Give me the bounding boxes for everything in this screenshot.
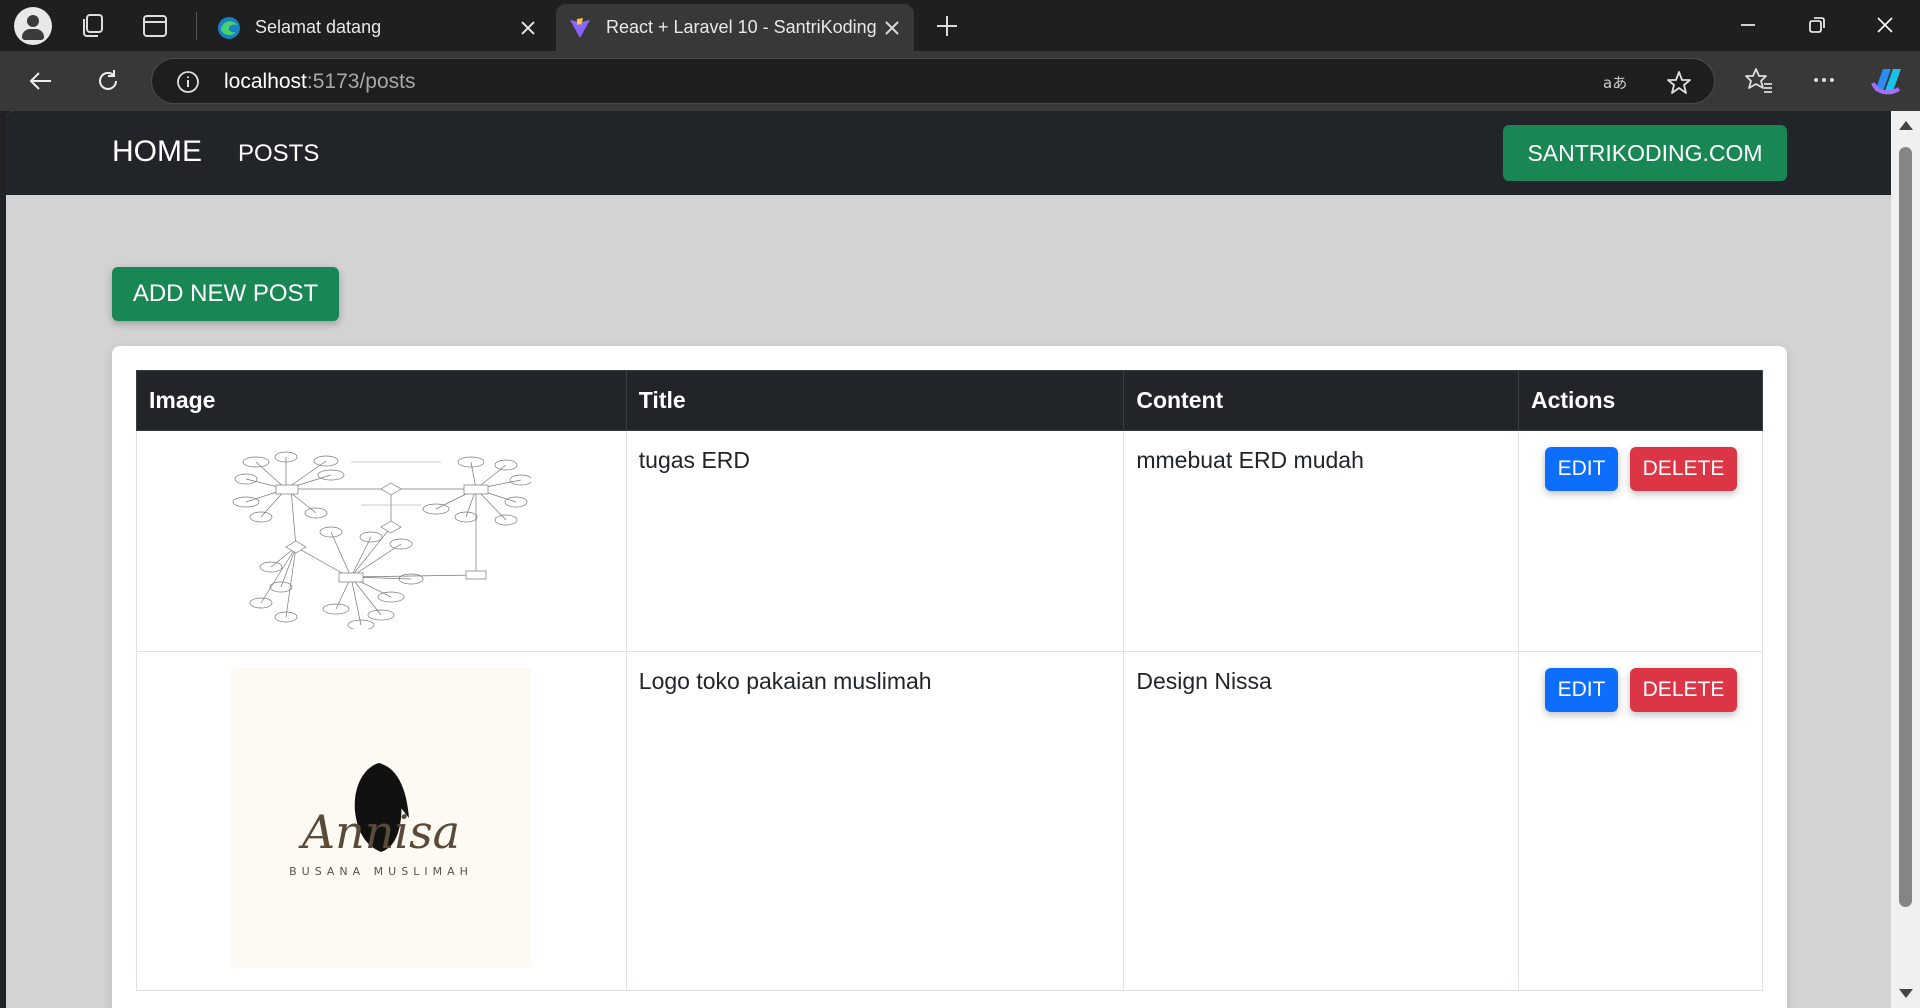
site-info-icon[interactable] <box>176 70 200 94</box>
action-buttons: EDIT DELETE <box>1531 668 1750 712</box>
favorites-icon[interactable] <box>1744 65 1774 95</box>
tab-title: React + Laravel 10 - SantriKoding <box>606 17 877 37</box>
post-image-cell: Annisa BUSANA MUSLIMAH <box>136 651 627 991</box>
add-new-post-button[interactable]: ADD NEW POST <box>112 267 339 321</box>
header-image: Image <box>136 370 627 431</box>
page-viewport: HOME POSTS SANTRIKODING.COM ADD NEW POST… <box>6 111 1891 1008</box>
edit-button[interactable]: EDIT <box>1545 447 1618 491</box>
svg-text:aあ: aあ <box>1603 74 1627 92</box>
minimize-icon[interactable] <box>1733 10 1763 40</box>
window-close-icon[interactable] <box>1870 10 1900 40</box>
scroll-thumb[interactable] <box>1899 147 1912 907</box>
browser-toolbar: localhost:5173/posts aあ <box>0 51 1920 111</box>
post-title: tugas ERD <box>625 430 1125 652</box>
workspaces-icon[interactable] <box>79 12 107 40</box>
address-bar[interactable]: localhost:5173/posts aあ <box>151 58 1715 104</box>
tab-divider <box>196 12 197 40</box>
site-navbar: HOME POSTS SANTRIKODING.COM <box>6 111 1891 195</box>
nav-posts-link[interactable]: POSTS <box>238 140 319 168</box>
nav-home-link[interactable]: HOME <box>112 135 202 169</box>
header-title: Title <box>625 370 1125 431</box>
post-image-cell <box>136 430 627 652</box>
tab-title: Selamat datang <box>255 17 382 37</box>
scroll-up-arrow-icon[interactable] <box>1899 121 1913 130</box>
tab-react-laravel[interactable]: React + Laravel 10 - SantriKoding <box>556 4 914 51</box>
delete-button[interactable]: DELETE <box>1630 447 1737 491</box>
scroll-down-arrow-icon[interactable] <box>1899 989 1913 998</box>
profile-icon[interactable] <box>14 7 52 45</box>
annisa-logo-thumbnail: Annisa BUSANA MUSLIMAH <box>231 668 532 968</box>
post-content: mmebuat ERD mudah <box>1123 430 1519 652</box>
close-icon[interactable] <box>518 18 538 38</box>
reload-icon[interactable] <box>93 66 123 96</box>
post-actions: EDIT DELETE <box>1518 651 1763 991</box>
more-icon[interactable] <box>1809 65 1839 95</box>
logo-script: Annisa <box>298 805 460 859</box>
table-header-row: Image Title Content Actions <box>136 370 1763 431</box>
edge-icon <box>218 16 240 39</box>
new-tab-icon[interactable] <box>933 12 961 40</box>
post-title: Logo toko pakaian muslimah <box>625 651 1125 991</box>
delete-button[interactable]: DELETE <box>1630 668 1737 712</box>
copilot-icon[interactable] <box>1869 63 1905 97</box>
vertical-scrollbar[interactable] <box>1891 111 1920 1008</box>
erd-diagram-thumbnail <box>233 451 533 631</box>
santrikoding-button[interactable]: SANTRIKODING.COM <box>1503 125 1787 181</box>
tab-actions-icon[interactable] <box>141 12 169 40</box>
url-path: :5173/posts <box>306 70 416 93</box>
url-text: localhost:5173/posts <box>224 70 415 94</box>
logo-tagline: BUSANA MUSLIMAH <box>290 865 474 878</box>
close-icon[interactable] <box>882 18 902 38</box>
restore-icon[interactable] <box>1802 10 1832 40</box>
edit-button[interactable]: EDIT <box>1545 668 1618 712</box>
posts-card: Image Title Content Actions tugas ERD mm… <box>112 346 1787 1008</box>
table-row: tugas ERD mmebuat ERD mudah EDIT DELETE <box>136 430 1763 652</box>
table-row: Annisa BUSANA MUSLIMAH Logo toko pakaian… <box>136 651 1763 991</box>
post-actions: EDIT DELETE <box>1518 430 1763 652</box>
tab-selamat-datang[interactable]: Selamat datang <box>205 4 550 51</box>
header-content: Content <box>1123 370 1519 431</box>
star-icon[interactable] <box>1665 69 1693 97</box>
action-buttons: EDIT DELETE <box>1531 447 1750 491</box>
posts-table: Image Title Content Actions tugas ERD mm… <box>136 370 1763 991</box>
translate-icon[interactable]: aあ <box>1602 69 1630 95</box>
back-icon[interactable] <box>26 66 56 96</box>
header-actions: Actions <box>1518 370 1763 431</box>
url-host: localhost <box>224 70 307 93</box>
post-content: Design Nissa <box>1123 651 1519 991</box>
vite-icon <box>570 17 590 38</box>
browser-tab-bar: Selamat datang React + Laravel 10 - Sant… <box>0 0 1920 51</box>
